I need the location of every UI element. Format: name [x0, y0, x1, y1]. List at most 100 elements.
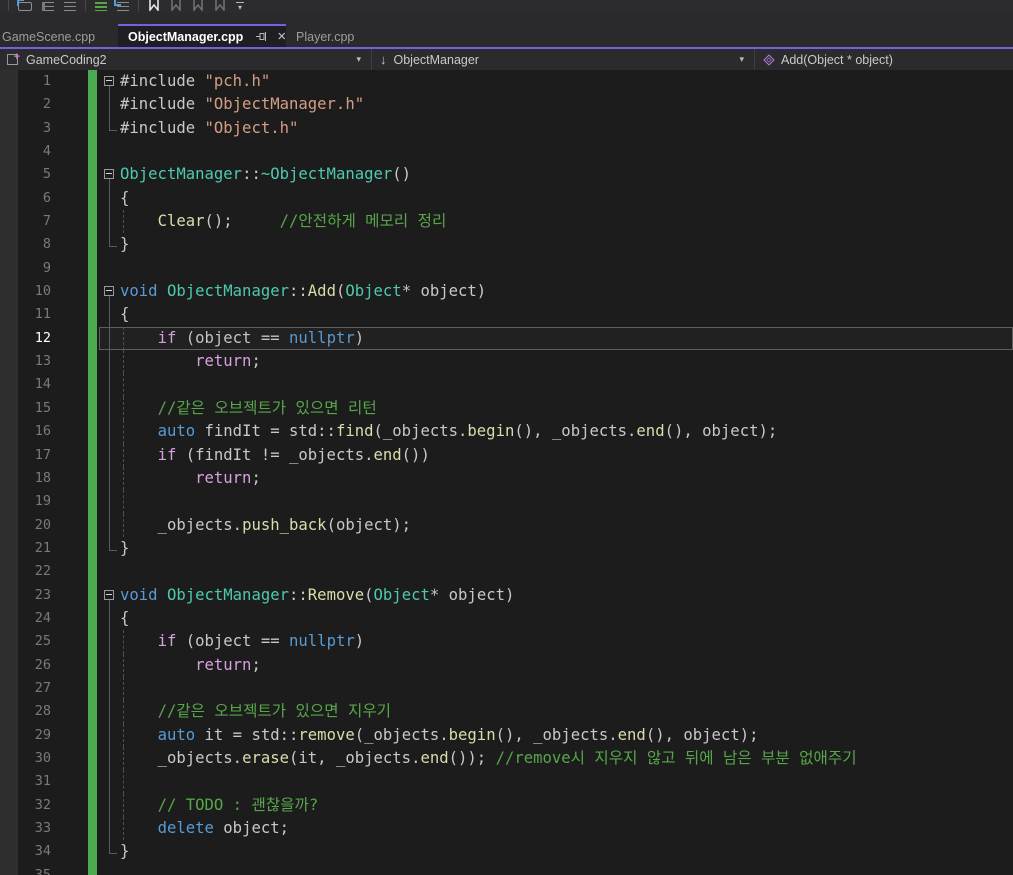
code-line-21[interactable]: 21} [0, 536, 1013, 561]
code-line-31[interactable]: 31 [0, 770, 1013, 795]
code-line-29[interactable]: 29 auto it = std::remove(_objects.begin(… [0, 723, 1013, 748]
code-line-23[interactable]: 23 void ObjectManager::Remove(Object* obj… [0, 583, 1013, 608]
code-line-22[interactable]: 22 [0, 560, 1013, 584]
code-line-27[interactable]: 27 [0, 676, 1013, 701]
code-line-26[interactable]: 26 return; [0, 653, 1013, 678]
line-number[interactable]: 31 [0, 770, 51, 793]
fold-collapse-icon[interactable] [103, 280, 120, 304]
code-line-10[interactable]: 10 void ObjectManager::Add(Object* object… [0, 280, 1013, 304]
code-line-30[interactable]: 30 _objects.erase(it, _objects.end()); /… [0, 746, 1013, 771]
line-number[interactable]: 23 [0, 584, 51, 607]
line-number[interactable]: 28 [0, 700, 51, 723]
uncomment-lines-icon[interactable] [90, 0, 112, 11]
toolbar-options-icon[interactable]: ▾ [231, 0, 249, 12]
code-text: Clear(); //안전하게 메모리 정리 [120, 210, 1013, 234]
code-line-3[interactable]: 3 #include "Object.h" [0, 116, 1013, 141]
code-line-11[interactable]: 11 { [0, 303, 1013, 328]
line-number[interactable]: 6 [0, 187, 51, 210]
code-line-13[interactable]: 13 return; [0, 350, 1013, 374]
code-line-19[interactable]: 19 [0, 490, 1013, 514]
pin-icon[interactable] [255, 31, 267, 42]
fold-collapse-icon[interactable] [103, 70, 120, 94]
code-line-24[interactable]: 24 { [0, 606, 1013, 631]
block-list-icon[interactable] [59, 0, 81, 11]
line-number[interactable]: 20 [0, 514, 51, 537]
line-number[interactable]: 12 [0, 327, 51, 350]
code-line-34[interactable]: 34} [0, 840, 1013, 864]
line-number[interactable]: 27 [0, 677, 51, 700]
line-number[interactable]: 11 [0, 303, 51, 326]
code-line-6[interactable]: 6{ [0, 186, 1013, 211]
close-icon[interactable]: × [277, 29, 286, 44]
code-line-9[interactable]: 9 [0, 256, 1013, 281]
code-line-14[interactable]: 14 [0, 373, 1013, 398]
line-number[interactable]: 33 [0, 817, 51, 840]
line-number[interactable]: 9 [0, 257, 51, 280]
line-number[interactable]: 34 [0, 840, 51, 863]
code-editor[interactable]: 1 #include "pch.h" 2 #include "ObjectManage… [0, 70, 1013, 875]
code-line-25[interactable]: 25 if (object == nullptr) [0, 630, 1013, 654]
line-number[interactable]: 26 [0, 654, 51, 677]
code-line-32[interactable]: 32 // TODO : 괜찮을까? [0, 793, 1013, 818]
project-dropdown[interactable]: + GameCoding2 ▾ [0, 49, 371, 70]
line-number[interactable]: 32 [0, 794, 51, 817]
selection-margin-icon[interactable] [13, 0, 37, 11]
next-bookmark-icon[interactable] [187, 0, 209, 11]
comment-lines-icon[interactable] [112, 0, 134, 11]
code-line-5[interactable]: 5 ObjectManager::~ObjectManager() [0, 163, 1013, 188]
line-number[interactable]: 24 [0, 607, 51, 630]
chevron-down-icon[interactable]: ▾ [356, 54, 365, 65]
code-line-7[interactable]: 7 Clear(); //안전하게 메모리 정리 [0, 210, 1013, 234]
code-text: } [120, 235, 130, 254]
line-number[interactable]: 29 [0, 724, 51, 747]
line-number[interactable]: 13 [0, 350, 51, 373]
fold-collapse-icon[interactable] [103, 584, 120, 608]
code-line-15[interactable]: 15 //같은 오브젝트가 있으면 리턴 [0, 396, 1013, 421]
line-number[interactable]: 10 [0, 280, 51, 303]
line-number[interactable]: 4 [0, 140, 51, 163]
change-tracking-bar [88, 303, 97, 327]
scope-dropdown[interactable]: ↓ ObjectManager ▾ [372, 49, 754, 70]
line-number[interactable]: 19 [0, 490, 51, 513]
clear-bookmarks-icon[interactable] [209, 0, 231, 11]
code-line-18[interactable]: 18 return; [0, 466, 1013, 491]
tab-player-cpp[interactable]: Player.cpp [286, 24, 364, 47]
previous-bookmark-icon[interactable] [165, 0, 187, 11]
line-number[interactable]: 30 [0, 747, 51, 770]
line-number[interactable]: 7 [0, 210, 51, 233]
code-line-8[interactable]: 8} [0, 233, 1013, 257]
chevron-down-icon[interactable]: ▾ [739, 54, 748, 65]
code-line-33[interactable]: 33 delete object; [0, 817, 1013, 841]
line-number[interactable]: 3 [0, 117, 51, 140]
line-number[interactable]: 1 [0, 70, 51, 93]
code-line-12[interactable]: 12 if (object == nullptr) [0, 326, 1013, 351]
line-number[interactable]: 18 [0, 467, 51, 490]
line-number[interactable]: 2 [0, 93, 51, 116]
code-line-4[interactable]: 4 [0, 140, 1013, 164]
code-line-35[interactable]: 35 [0, 863, 1013, 875]
tab-gamescene-cpp[interactable]: GameScene.cpp [0, 24, 118, 47]
line-number[interactable]: 5 [0, 163, 51, 186]
code-line-20[interactable]: 20 _objects.push_back(object); [0, 513, 1013, 538]
line-number[interactable]: 25 [0, 630, 51, 653]
change-tracking-bar [88, 863, 97, 875]
change-tracking-bar [88, 93, 97, 117]
code-line-16[interactable]: 16 auto findIt = std::find(_objects.begi… [0, 420, 1013, 444]
code-line-28[interactable]: 28 //같은 오브젝트가 있으면 지우기 [0, 700, 1013, 724]
tab-objectmanager-cpp[interactable]: ObjectManager.cpp × [118, 24, 286, 47]
fold-collapse-icon[interactable] [103, 163, 120, 188]
member-dropdown[interactable]: Add(Object * object) [755, 49, 1013, 70]
code-line-17[interactable]: 17 if (findIt != _objects.end()) [0, 443, 1013, 468]
line-number[interactable]: 22 [0, 560, 51, 583]
line-number[interactable]: 15 [0, 397, 51, 420]
line-list-icon[interactable] [37, 0, 59, 11]
toggle-bookmark-icon[interactable] [143, 0, 165, 11]
line-number[interactable]: 8 [0, 233, 51, 256]
line-number[interactable]: 21 [0, 537, 51, 560]
code-line-2[interactable]: 2 #include "ObjectManager.h" [0, 93, 1013, 118]
line-number[interactable]: 16 [0, 420, 51, 443]
line-number[interactable]: 35 [0, 864, 51, 875]
line-number[interactable]: 17 [0, 444, 51, 467]
line-number[interactable]: 14 [0, 373, 51, 396]
code-line-1[interactable]: 1 #include "pch.h" [0, 70, 1013, 94]
